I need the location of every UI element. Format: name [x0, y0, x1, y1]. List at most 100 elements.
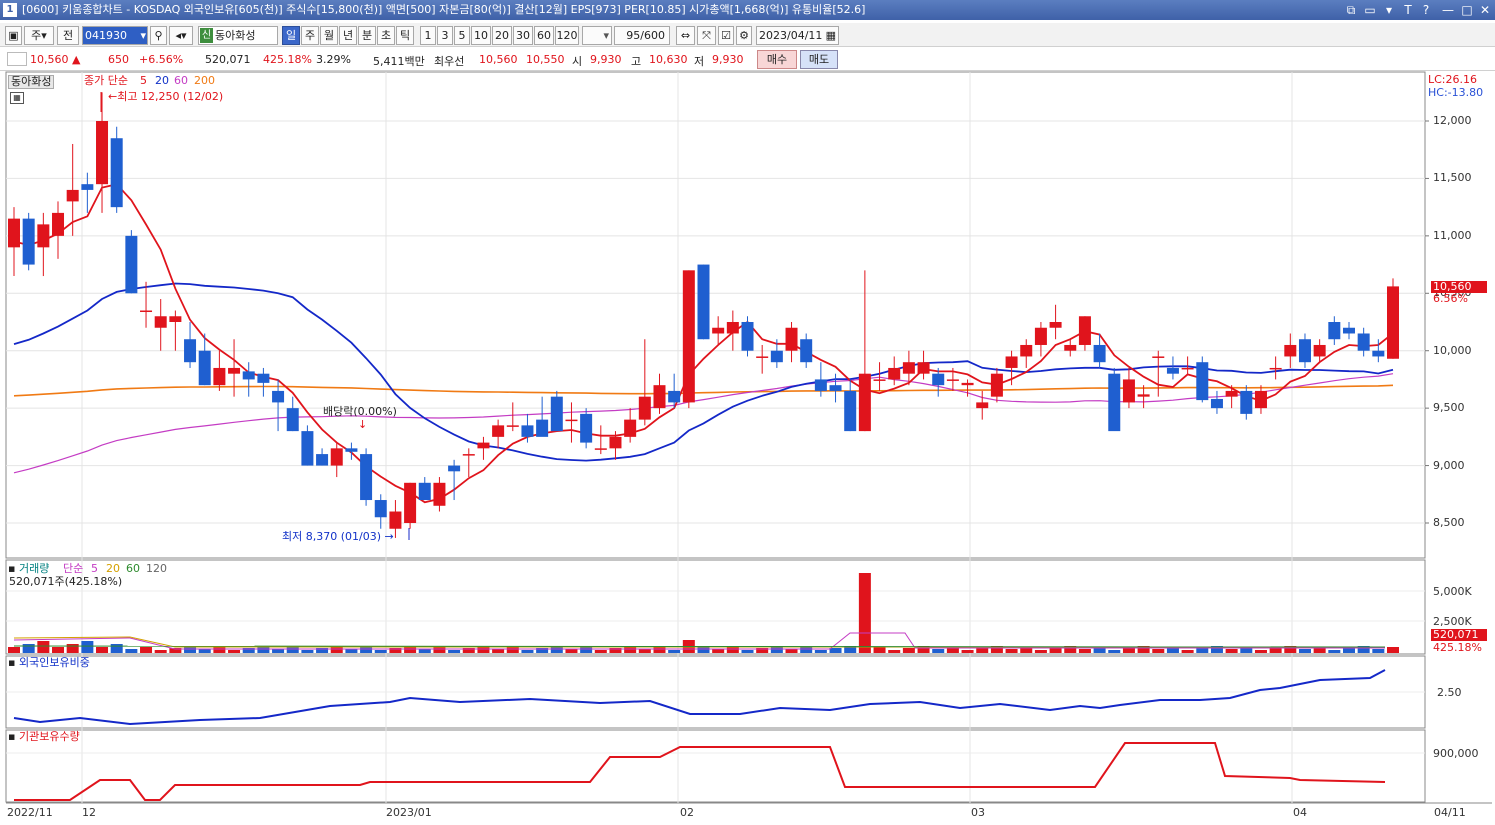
candle-body	[844, 390, 857, 432]
candle-body	[917, 362, 930, 374]
candle-body	[96, 121, 109, 185]
volume-panel-grip-icon[interactable]: ▪	[8, 563, 15, 575]
candle-body	[609, 436, 622, 449]
inst-holding-label[interactable]: 기관보유수량	[19, 731, 80, 743]
candle-body	[345, 448, 358, 452]
inst-panel-grip-icon[interactable]: ▪	[8, 731, 15, 743]
chart-canvas[interactable]	[0, 0, 1495, 825]
inst-panel-frame	[5, 729, 1426, 803]
volume-bar	[668, 650, 681, 653]
candle-body	[521, 425, 534, 437]
stock-label[interactable]: 동아화성	[8, 75, 55, 89]
volume-bar	[961, 650, 974, 653]
candle-body	[594, 448, 607, 450]
volume-bar	[580, 647, 593, 653]
candle-body	[858, 373, 871, 432]
lc-value: LC:26.16	[1428, 73, 1478, 86]
candle-body	[624, 419, 637, 437]
candle-body	[1166, 367, 1179, 374]
candle-body	[976, 402, 989, 409]
candle-body	[52, 212, 65, 236]
foreign-ratio-label[interactable]: 외국인보유비중	[19, 657, 90, 669]
inst-holding-line	[14, 742, 1386, 801]
volume-bar	[814, 650, 827, 653]
volume-bar	[301, 650, 314, 653]
candle-body	[272, 390, 285, 403]
ma200-line	[13, 384, 1394, 397]
volume-bar	[726, 647, 739, 653]
candle-body	[697, 264, 710, 340]
ma200-label[interactable]: 200	[194, 75, 215, 87]
vol-ma60-label[interactable]: 60	[126, 563, 140, 575]
candle-body	[1049, 322, 1062, 328]
dividend-annotation: 배당락(0.00%)	[323, 405, 397, 418]
volume-bar	[125, 649, 138, 653]
volume-ma-label[interactable]: 단순	[63, 563, 83, 575]
candle-body	[257, 373, 270, 383]
candle-body	[902, 362, 915, 374]
ma5-label[interactable]: 5	[140, 75, 147, 87]
candle-body	[1005, 356, 1018, 368]
inst-ytick: 900,000	[1433, 747, 1479, 760]
candle-body	[316, 454, 329, 466]
candle-body	[741, 322, 754, 351]
vol-ytick-5000k: 5,000K	[1433, 585, 1472, 598]
volume-bar	[418, 649, 431, 653]
candle-body	[712, 327, 725, 334]
candle-body	[1284, 344, 1297, 357]
volume-bar	[154, 650, 167, 653]
candle-body	[462, 454, 475, 456]
vol-ma20-line	[13, 636, 1385, 648]
candle-body	[477, 442, 490, 449]
candle-body	[638, 396, 651, 420]
volume-bar	[1254, 650, 1267, 653]
volume-bar	[1342, 648, 1355, 653]
candle-body	[1298, 339, 1311, 363]
volume-bar	[228, 650, 241, 653]
candle-body	[198, 350, 211, 386]
volume-bar	[448, 650, 461, 653]
candle-body	[389, 511, 402, 529]
ma20-label[interactable]: 20	[155, 75, 169, 87]
volume-bar	[653, 647, 666, 653]
foreign-panel-grip-icon[interactable]: ▪	[8, 657, 15, 669]
volume-bar	[198, 649, 211, 653]
vol-ma5-label[interactable]: 5	[91, 563, 98, 575]
candle-body	[154, 316, 167, 328]
volume-bar	[52, 647, 65, 653]
candle-body	[536, 419, 549, 437]
volume-bar	[140, 647, 153, 653]
candle-body	[770, 350, 783, 363]
candle-body	[1108, 373, 1121, 432]
candle-body	[961, 382, 974, 386]
volume-bar	[286, 647, 299, 653]
ma60-label[interactable]: 60	[174, 75, 188, 87]
candle-body	[1064, 344, 1077, 351]
volume-bar	[858, 573, 871, 653]
candle-body	[668, 390, 681, 403]
xaxis-label-02: 02	[680, 806, 694, 819]
candle-body	[301, 431, 314, 466]
xaxis-label-12: 12	[82, 806, 96, 819]
volume-bar	[1181, 650, 1194, 653]
volume-bar	[1372, 649, 1385, 653]
candle-body	[1240, 390, 1253, 414]
vol-ma20-label[interactable]: 20	[106, 563, 120, 575]
candle-body	[213, 367, 226, 386]
volume-bar	[374, 650, 387, 653]
price-panel-frame	[5, 71, 1426, 559]
candle-body	[946, 379, 959, 381]
volume-bar	[1269, 648, 1282, 653]
vol-ma120-label[interactable]: 120	[146, 563, 167, 575]
ma-label[interactable]: 종가 단순	[84, 75, 128, 87]
candle-body	[785, 327, 798, 351]
candle-body	[492, 425, 505, 437]
volume-label[interactable]: 거래량	[19, 563, 49, 575]
volume-bar	[932, 649, 945, 653]
grid-icon[interactable]: ▦	[10, 92, 24, 104]
candle-body	[932, 373, 945, 386]
candle-body	[550, 396, 563, 432]
candle-body	[814, 379, 827, 391]
xaxis-label-2022-11: 2022/11	[7, 806, 53, 819]
candle-body	[448, 465, 461, 472]
